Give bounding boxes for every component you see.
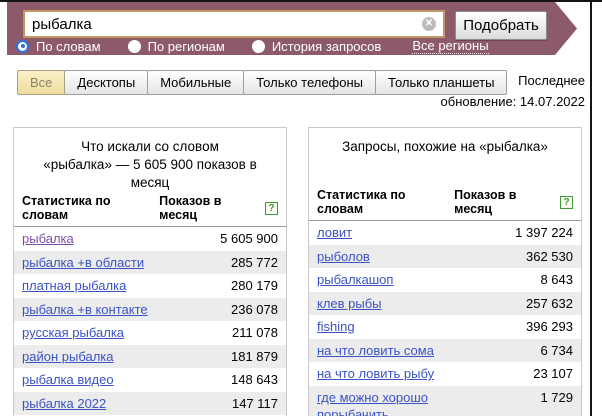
table-row: ловит 1 397 224 [309,221,581,245]
impressions-value: 147 117 [224,395,278,413]
search-bar: ✕ Подобрать По словам По регионам История … [7,2,577,55]
table-title: Что искали со словом «рыбалка» — 5 605 9… [14,128,286,192]
keyword-link[interactable]: рыбалка [22,230,74,248]
impressions-value: 5 605 900 [212,230,278,248]
last-update: Последнее обновление: 14.07.2022 [415,70,585,112]
value-column-header: Показов в месяц ? [159,194,278,222]
table-row: на что ловить сома 6 734 [309,339,581,363]
table-header: Статистика по словам Показов в месяц ? [14,192,286,227]
last-update-line2: обновление: 14.07.2022 [415,91,585,112]
table-title: Запросы, похожие на «рыбалка» [309,128,581,186]
impressions-value: 148 643 [223,371,278,389]
submit-button[interactable]: Подобрать [455,11,547,40]
device-tab[interactable]: Только телефоны [243,70,376,95]
table-row: рыбалкашоп 8 643 [309,268,581,292]
impressions-value: 23 107 [525,365,573,383]
table-row: рыбалка +в области 285 772 [14,251,286,275]
similar-queries-table: Запросы, похожие на «рыбалка» Статистика… [308,127,582,416]
keyword-link[interactable]: район рыбалка [22,348,113,366]
help-icon[interactable]: ? [560,196,573,209]
keyword-link[interactable]: русская рыбалка [22,324,124,342]
impressions-value: 280 179 [223,277,278,295]
impressions-value: 236 078 [223,301,278,319]
keyword-link[interactable]: рыбалкашоп [317,271,393,289]
radio-label: По словам [36,39,101,54]
keyword-link[interactable]: рыболов [317,248,370,266]
table-row: район рыбалка 181 879 [14,345,286,369]
keyword-link[interactable]: fishing [317,318,355,336]
keyword-link[interactable]: на что ловить рыбу [317,365,434,383]
table-row: где можно хорошо порыбачить 1 729 [309,386,581,416]
keyword-column-header: Статистика по словам [22,194,159,222]
window-right-border [590,0,592,416]
window-top-border [0,0,602,2]
table-row: рыбалка 5 605 900 [14,227,286,251]
impressions-value: 211 078 [224,324,278,342]
keyword-column-header: Статистика по словам [317,188,454,216]
table-header: Статистика по словам Показов в месяц ? [309,186,581,221]
keyword-link[interactable]: ловит [317,224,352,242]
table-row: рыболов 362 530 [309,245,581,269]
table-rows: ловит 1 397 224 рыболов 362 530 рыбалкашоп 8 … [309,221,581,416]
impressions-value: 362 530 [518,248,573,266]
device-tab[interactable]: Все [17,70,65,95]
search-input[interactable] [23,10,445,38]
keyword-link[interactable]: платная рыбалка [22,277,126,295]
table-row: fishing 396 293 [309,315,581,339]
impressions-value: 1 729 [532,389,573,407]
impressions-value: 6 734 [532,342,573,360]
table-row: рыбалка видео 148 643 [14,368,286,392]
clear-icon[interactable]: ✕ [422,17,436,31]
keyword-link[interactable]: клев рыбы [317,295,382,313]
mode-list: По словам По регионам История запросов [16,39,408,54]
impressions-value: 396 293 [518,318,573,336]
radio-label: История запросов [272,39,382,54]
table-row: клев рыбы 257 632 [309,292,581,316]
radio-label: По регионам [148,39,225,54]
search-mode-radio[interactable]: По регионам [128,39,225,54]
impressions-value: 8 643 [532,271,573,289]
table-row: на что ловить рыбу 23 107 [309,362,581,386]
value-column-label: Показов в месяц [454,188,557,216]
impressions-value: 257 632 [518,295,573,313]
all-regions-link[interactable]: Все регионы [412,38,488,54]
keyword-link[interactable]: на что ловить сома [317,342,434,360]
table-row: рыбалка +в контакте 236 078 [14,298,286,322]
search-input-wrap: ✕ [23,10,445,38]
impressions-value: 1 397 224 [507,224,573,242]
table-rows: рыбалка 5 605 900 рыбалка +в области 285 77… [14,227,286,416]
keyword-link[interactable]: рыбалка видео [22,371,114,389]
help-icon[interactable]: ? [265,202,278,215]
table-row: рыбалка 2022 147 117 [14,392,286,416]
value-column-header: Показов в месяц ? [454,188,573,216]
device-tab[interactable]: Десктопы [64,70,148,95]
keyword-link[interactable]: где можно хорошо порыбачить [317,389,489,416]
impressions-value: 181 879 [223,348,278,366]
search-modes: По словам По регионам История запросов Все… [16,38,489,54]
radio-icon[interactable] [16,40,29,53]
search-mode-radio[interactable]: По словам [16,39,101,54]
device-tab[interactable]: Мобильные [147,70,244,95]
keyword-link[interactable]: рыбалка +в области [22,254,144,272]
searched-with-word-table: Что искали со словом «рыбалка» — 5 605 9… [13,127,287,416]
impressions-value: 285 772 [223,254,278,272]
last-update-line1: Последнее [415,70,585,91]
search-mode-radio[interactable]: История запросов [252,39,382,54]
table-row: русская рыбалка 211 078 [14,321,286,345]
radio-icon[interactable] [252,40,265,53]
radio-icon[interactable] [128,40,141,53]
table-row: платная рыбалка 280 179 [14,274,286,298]
value-column-label: Показов в месяц [159,194,262,222]
keyword-link[interactable]: рыбалка +в контакте [22,301,148,319]
keyword-link[interactable]: рыбалка 2022 [22,395,106,413]
